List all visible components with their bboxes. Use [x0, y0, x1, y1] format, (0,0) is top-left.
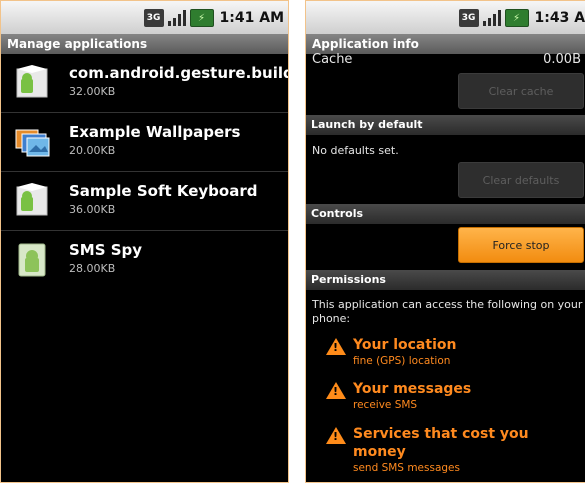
permission-title: Your messages: [353, 381, 472, 397]
app-name: SMS Spy: [69, 241, 143, 259]
manage-applications-screen: 3G ⚡ 1:41 AM Manage applications com.and…: [0, 0, 289, 483]
permissions-intro: This application can access the followin…: [312, 298, 583, 325]
app-size: 32.00KB: [69, 85, 116, 98]
cache-value: 0.00B: [543, 52, 581, 67]
app-name: Sample Soft Keyboard: [69, 182, 258, 200]
status-bar: 3G ⚡ 1:41 AM: [1, 1, 288, 35]
permission-desc: send SMS messages: [353, 462, 460, 474]
android-default-icon: [18, 243, 46, 277]
warning-icon: [326, 427, 346, 444]
no-defaults-text: No defaults set.: [312, 144, 399, 157]
signal-icon: [167, 9, 187, 27]
permission-item[interactable]: Services that cost you money send SMS me…: [326, 425, 581, 481]
signal-icon: [482, 9, 502, 27]
app-size: 20.00KB: [69, 144, 116, 157]
app-list-item[interactable]: Example Wallpapers 20.00KB: [1, 113, 288, 172]
warning-icon: [326, 382, 346, 399]
force-stop-button[interactable]: Force stop: [458, 227, 584, 263]
battery-icon: ⚡: [504, 9, 529, 27]
launch-by-default-header: Launch by default: [306, 115, 585, 135]
wallpapers-icon: [15, 129, 50, 157]
3g-icon: 3G: [458, 9, 479, 27]
status-time: 1:43 AM: [534, 10, 585, 26]
permissions-header: Permissions: [306, 270, 585, 290]
clear-cache-button[interactable]: Clear cache: [458, 73, 584, 109]
app-name: com.android.gesture.builder: [69, 64, 289, 82]
permission-item[interactable]: Your location fine (GPS) location: [326, 336, 581, 372]
battery-icon: ⚡: [189, 9, 214, 27]
3g-icon: 3G: [143, 9, 164, 27]
controls-header: Controls: [306, 204, 585, 224]
page-title: Application info: [306, 34, 585, 54]
clear-defaults-button[interactable]: Clear defaults: [458, 162, 584, 198]
cache-label: Cache: [312, 52, 353, 67]
android-box-icon: [16, 65, 48, 98]
app-list-item[interactable]: SMS Spy 28.00KB: [1, 231, 288, 289]
permission-desc: receive SMS: [353, 399, 418, 411]
permission-item[interactable]: Your messages receive SMS: [326, 380, 581, 416]
application-info-screen: 3G ⚡ 1:43 AM Application info Cache 0.00…: [305, 0, 585, 483]
page-title: Manage applications: [1, 34, 288, 54]
permission-title: Your location: [353, 337, 457, 353]
app-list-item[interactable]: com.android.gesture.builder 32.00KB: [1, 54, 288, 113]
permission-desc: fine (GPS) location: [353, 355, 451, 367]
status-time: 1:41 AM: [219, 10, 284, 26]
status-bar: 3G ⚡ 1:43 AM: [306, 1, 585, 35]
app-list-item[interactable]: Sample Soft Keyboard 36.00KB: [1, 172, 288, 231]
warning-icon: [326, 338, 346, 355]
app-name: Example Wallpapers: [69, 123, 241, 141]
app-size: 36.00KB: [69, 203, 116, 216]
android-box-icon: [16, 183, 48, 216]
app-size: 28.00KB: [69, 262, 116, 275]
permission-title: Services that cost you money: [353, 426, 529, 460]
